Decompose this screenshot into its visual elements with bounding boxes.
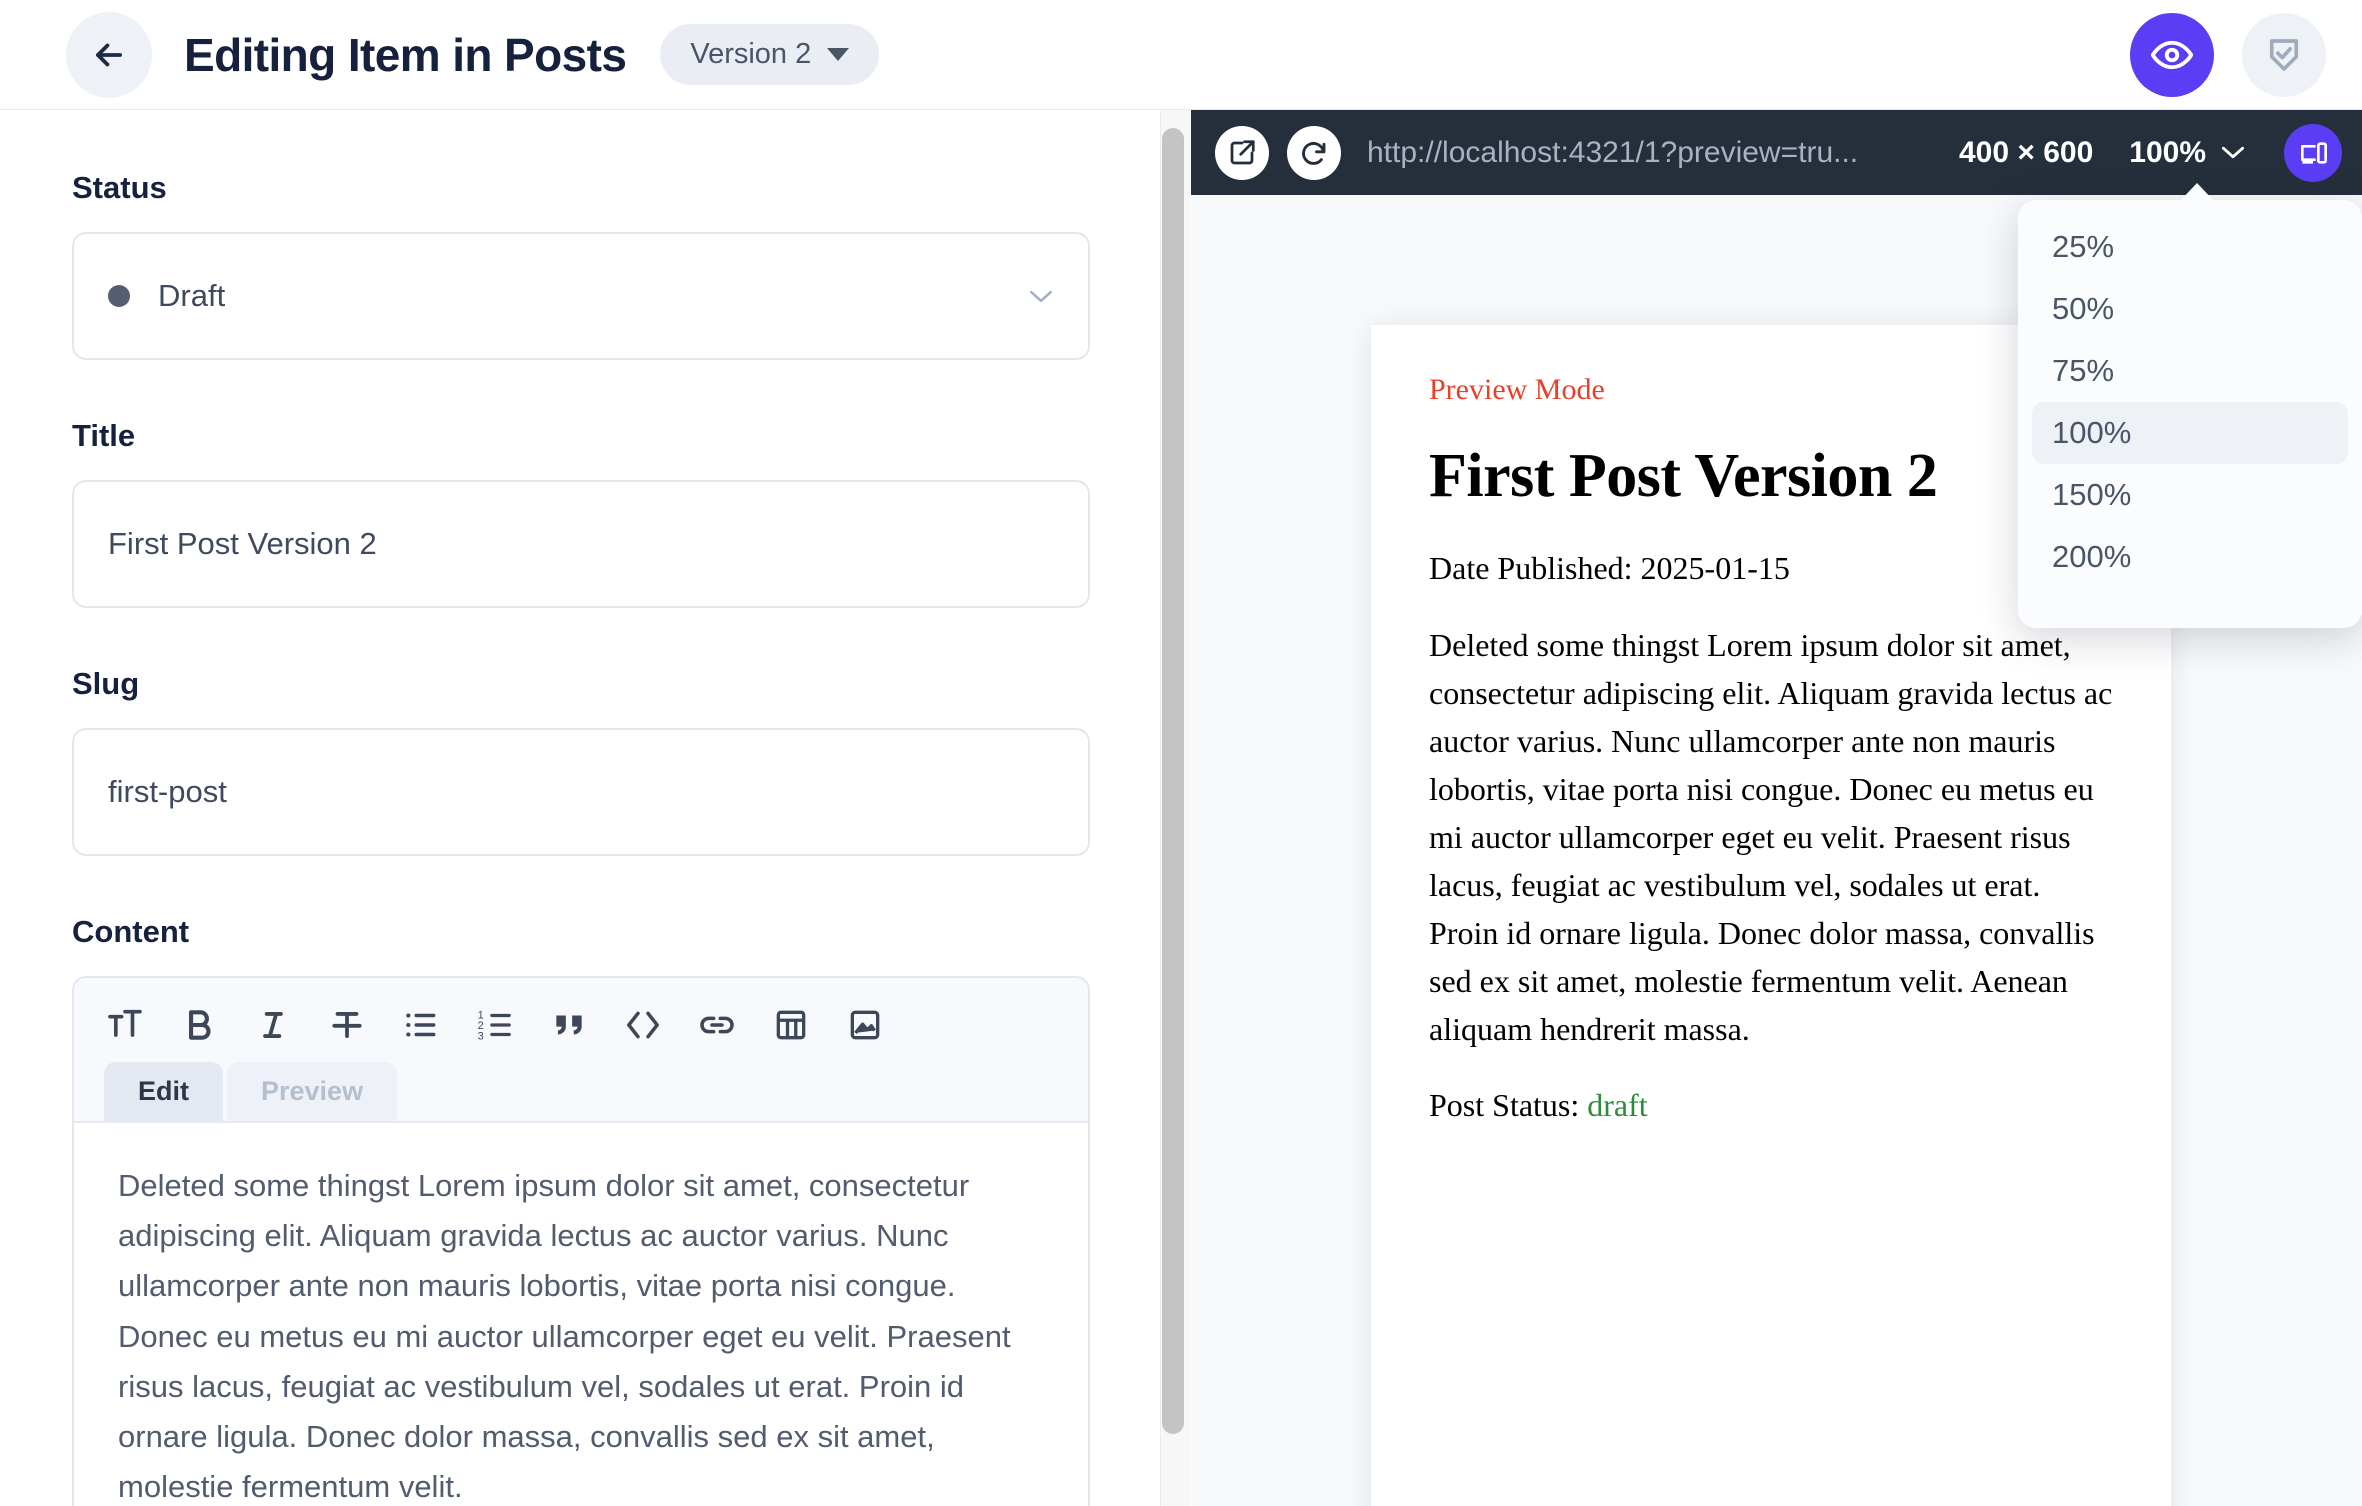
blockquote-icon[interactable] [548,1004,590,1046]
content-textarea[interactable]: Deleted some thingst Lorem ipsum dolor s… [74,1121,1088,1506]
viewport-dimensions: 400 × 600 [1958,135,2094,169]
title-label: Title [72,418,136,453]
content-label: Content [72,914,190,949]
zoom-option-100[interactable]: 100% [2032,402,2348,464]
field-slug: Slug first-post [72,666,1090,856]
refresh-button[interactable] [1287,125,1341,180]
zoom-option-200[interactable]: 200% [2032,526,2348,588]
status-dot-icon [108,285,130,307]
toggle-preview-button[interactable] [2130,12,2214,97]
arrow-left-icon [96,43,122,66]
chevron-down-icon [827,48,850,61]
tab-preview[interactable]: Preview [227,1062,398,1121]
slug-input[interactable]: first-post [72,728,1090,856]
italic-icon[interactable] [252,1004,294,1046]
page-header: Editing Item in Posts Version 2 [0,0,2362,110]
preview-post-title: First Post Version 2 [1429,442,1938,510]
status-value: Draft [158,278,226,313]
bullet-list-icon[interactable] [400,1004,442,1046]
refresh-icon [1302,141,1326,165]
strikethrough-icon[interactable] [326,1004,368,1046]
title-input[interactable]: First Post Version 2 [72,480,1090,608]
preview-post-status-value: draft [1587,1087,1648,1123]
preview-post-body: Deleted some thingst Lorem ipsum dolor s… [1429,627,2113,1047]
status-label: Status [72,170,167,205]
chevron-down-icon [2221,146,2245,159]
editor-tabs: Edit Preview [74,1062,1088,1121]
external-link-icon [1230,139,1255,164]
field-content: Content 1 2 3 Edit Preview Deleted some … [72,914,1090,1506]
editor-toolbar: 1 2 3 [74,978,1088,1062]
eye-icon [2151,40,2193,69]
shield-check-icon [2269,38,2299,71]
zoom-dropdown-menu: 25% 50% 75% 100% 150% 200% [2018,200,2362,628]
preview-date-published: Date Published: 2025-01-15 [1429,550,1790,586]
ordered-list-icon[interactable]: 1 2 3 [474,1004,516,1046]
version-selector[interactable]: Version 2 [660,24,880,85]
svg-text:3: 3 [478,1030,484,1042]
zoom-selector[interactable]: 100% [2129,136,2246,170]
slug-input-value: first-post [108,774,227,809]
responsive-device-icon [2301,141,2327,164]
preview-mode-banner: Preview Mode [1429,373,1605,406]
preview-post-status-label: Post Status: [1429,1087,1580,1123]
bold-icon[interactable] [178,1004,220,1046]
zoom-option-75[interactable]: 75% [2032,340,2348,402]
code-icon[interactable] [622,1004,664,1046]
version-label: Version 2 [690,38,812,70]
validate-button[interactable] [2242,12,2326,97]
device-mode-button[interactable] [2284,123,2342,182]
zoom-option-25[interactable]: 25% [2032,216,2348,278]
slug-label: Slug [72,666,140,701]
open-external-button[interactable] [1215,125,1269,180]
zoom-menu-arrow [2179,183,2215,202]
page-title: Editing Item in Posts [184,28,627,81]
edit-form-panel: Status Draft Title First Post Version 2 … [0,110,1160,1506]
link-icon[interactable] [696,1004,738,1046]
form-panel-scrollbar[interactable] [1162,128,1184,1434]
preview-url-field[interactable]: http://localhost:4321/1?preview=tru... [1367,136,1941,170]
zoom-value: 100% [2129,135,2206,169]
status-select[interactable]: Draft [72,232,1090,360]
image-icon[interactable] [844,1004,886,1046]
app-root: Editing Item in Posts Version 2 Status D… [0,0,2362,1506]
zoom-option-150[interactable]: 150% [2032,464,2348,526]
rich-text-editor: 1 2 3 Edit Preview Deleted some thingst … [72,976,1090,1506]
table-icon[interactable] [770,1004,812,1046]
field-title: Title First Post Version 2 [72,418,1090,608]
chevron-down-icon [1030,290,1052,302]
heading-icon[interactable] [104,1004,146,1046]
title-input-value: First Post Version 2 [108,526,377,561]
preview-post-status: Post Status: draft [1429,1087,2113,1124]
back-button[interactable] [66,11,152,98]
field-status: Status Draft [72,170,1090,360]
tab-edit[interactable]: Edit [104,1062,223,1121]
zoom-option-50[interactable]: 50% [2032,278,2348,340]
